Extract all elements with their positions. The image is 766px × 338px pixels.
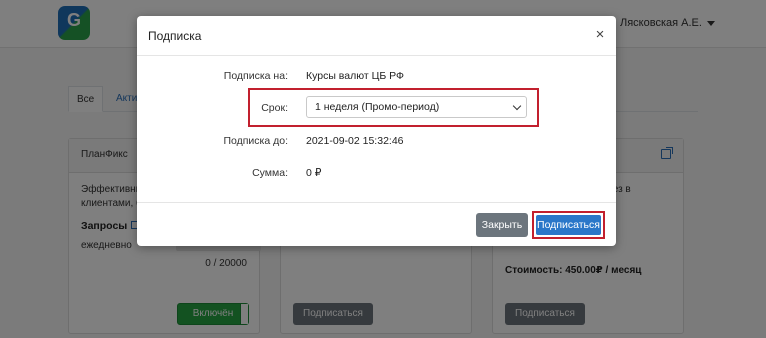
subscribe-confirm-button[interactable]: Подписаться [536,215,601,235]
sum-label: Сумма: [252,167,288,179]
subscription-modal: Подписка × Подписка на: Курсы валют ЦБ Р… [137,16,616,246]
close-button[interactable]: Закрыть [476,213,528,237]
term-select[interactable]: 1 неделя (Промо-период) [306,96,527,118]
close-icon[interactable]: × [592,26,608,44]
modal-header: Подписка × [137,16,616,56]
subscription-label: Подписка на: [223,70,288,82]
subscription-value: Курсы валют ЦБ РФ [306,70,405,82]
subscribe-highlight-box: Подписаться [532,211,605,239]
until-label: Подписка до: [223,135,288,147]
sum-value: 0 ₽ [306,167,322,179]
term-label: Срок: [261,102,288,114]
until-value: 2021-09-02 15:32:46 [306,135,404,147]
modal-footer: Закрыть Подписаться [137,202,616,246]
chevron-down-icon [512,101,522,111]
term-selected-value: 1 неделя (Промо-период) [315,101,440,113]
modal-title: Подписка [148,29,202,43]
